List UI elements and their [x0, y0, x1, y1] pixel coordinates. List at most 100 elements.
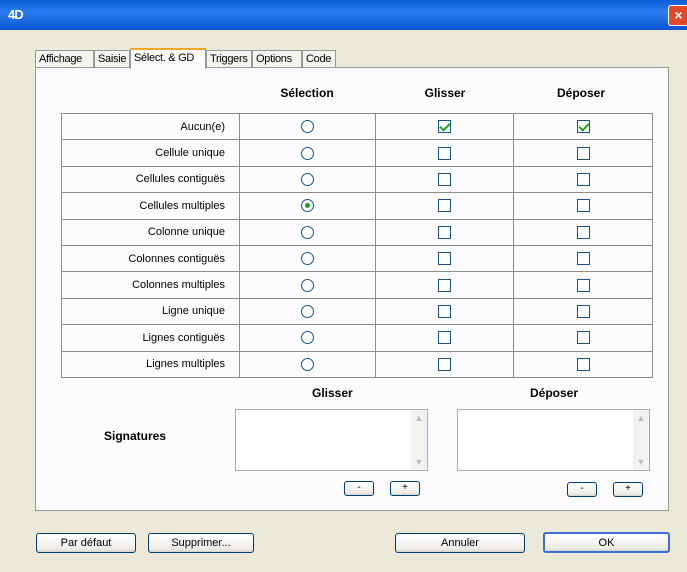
deposer-cell [513, 165, 653, 194]
deposer-checkbox[interactable] [576, 252, 590, 266]
deposer-cell [513, 139, 653, 167]
row-label: Cellules contiguës [61, 165, 240, 194]
glisser-cell [375, 165, 514, 194]
row-label: Cellules multiples [61, 192, 240, 220]
deposer-checkbox[interactable] [576, 199, 590, 213]
cancel-button[interactable]: Annuler [395, 533, 525, 553]
selection-cell [239, 324, 376, 352]
table-row: Lignes contiguës [61, 324, 653, 352]
scroll-up-icon[interactable]: ▲ [411, 410, 427, 426]
selection-cell [239, 112, 376, 141]
tab-options[interactable]: Options [252, 50, 302, 68]
scroll-down-icon[interactable]: ▼ [633, 454, 649, 470]
glisser-checkbox[interactable] [438, 199, 451, 213]
deposer-scrollbar[interactable]: ▲ ▼ [633, 410, 649, 470]
table-row: Colonne unique [61, 218, 653, 246]
default-button[interactable]: Par défaut [36, 533, 136, 553]
selection-radio[interactable] [301, 146, 314, 160]
glisser-cell [375, 218, 514, 246]
deposer-checkbox[interactable] [576, 146, 590, 160]
selection-cell [239, 350, 376, 378]
deposer-checkbox[interactable] [576, 172, 590, 186]
selection-radio[interactable] [301, 278, 314, 292]
selection-radio[interactable] [301, 199, 314, 213]
glisser-checkbox[interactable] [438, 146, 451, 160]
deposer-checkbox[interactable] [576, 331, 590, 345]
table-row: Aucun(e) [61, 112, 653, 141]
deposer-cell [513, 244, 653, 273]
table-row: Colonnes multiples [61, 271, 653, 299]
deposer-checkbox[interactable] [576, 225, 590, 239]
glisser-checkbox[interactable] [438, 357, 451, 371]
selection-radio[interactable] [301, 252, 314, 266]
row-label: Lignes multiples [61, 350, 240, 378]
selection-radio[interactable] [301, 225, 314, 239]
selection-radio[interactable] [301, 357, 314, 371]
selection-cell [239, 139, 376, 167]
table-row: Lignes multiples [61, 350, 653, 378]
tab-saisie[interactable]: Saisie [94, 50, 130, 68]
scroll-down-icon[interactable]: ▼ [411, 454, 427, 470]
table-row: Ligne unique [61, 297, 653, 326]
row-label: Colonne unique [61, 218, 240, 246]
glisser-checkbox[interactable] [438, 304, 451, 318]
scroll-up-icon[interactable]: ▲ [633, 410, 649, 426]
signatures-deposer-header: Déposer [530, 386, 579, 400]
glisser-cell [375, 324, 514, 352]
glisser-cell [375, 271, 514, 299]
deposer-checkbox[interactable] [576, 278, 590, 292]
tab-triggers[interactable]: Triggers [206, 50, 252, 68]
deposer-cell [513, 218, 653, 246]
table-row: Cellules multiples [61, 192, 653, 220]
table-row: Colonnes contiguës [61, 244, 653, 273]
glisser-checkbox[interactable] [438, 172, 451, 186]
deposer-cell [513, 192, 653, 220]
row-label: Aucun(e) [61, 112, 240, 141]
glisser-checkbox[interactable] [438, 331, 451, 345]
glisser-add-button[interactable]: + [390, 481, 420, 496]
glisser-checkbox[interactable] [438, 252, 451, 266]
title-bar: 4D × [0, 0, 687, 30]
glisser-cell [375, 297, 514, 326]
ok-button[interactable]: OK [543, 532, 670, 553]
deposer-signatures-list[interactable]: ▲ ▼ [457, 409, 650, 471]
deposer-add-button[interactable]: + [613, 482, 643, 497]
glisser-remove-button[interactable]: - [344, 481, 374, 496]
selection-cell [239, 192, 376, 220]
glisser-checkbox[interactable] [438, 120, 451, 134]
delete-button[interactable]: Supprimer... [148, 533, 254, 553]
glisser-scrollbar[interactable]: ▲ ▼ [411, 410, 427, 470]
deposer-remove-button[interactable]: - [567, 482, 597, 497]
glisser-checkbox[interactable] [438, 278, 451, 292]
tab-affichage[interactable]: Affichage [35, 50, 94, 68]
glisser-cell [375, 192, 514, 220]
selection-grid: Aucun(e) Cellule unique Cellules contiguës… [61, 112, 653, 378]
glisser-cell [375, 139, 514, 167]
selection-cell [239, 297, 376, 326]
deposer-checkbox[interactable] [576, 304, 590, 318]
selection-cell [239, 218, 376, 246]
selection-cell [239, 244, 376, 273]
glisser-cell [375, 244, 514, 273]
selection-radio[interactable] [301, 304, 314, 318]
selection-cell [239, 165, 376, 194]
deposer-checkbox[interactable] [576, 120, 590, 134]
tab-code[interactable]: Code [302, 50, 336, 68]
tab-select-gd[interactable]: Sélect. & GD [130, 48, 206, 69]
row-label: Colonnes contiguës [61, 244, 240, 273]
selection-radio[interactable] [301, 172, 314, 186]
table-row: Cellules contiguës [61, 165, 653, 194]
deposer-checkbox[interactable] [576, 357, 590, 371]
glisser-cell [375, 112, 514, 141]
signatures-glisser-header: Glisser [312, 386, 353, 400]
row-label: Colonnes multiples [61, 271, 240, 299]
close-button[interactable]: × [668, 5, 687, 26]
deposer-cell [513, 297, 653, 326]
table-row: Cellule unique [61, 139, 653, 167]
deposer-cell [513, 112, 653, 141]
selection-radio[interactable] [301, 331, 314, 345]
glisser-checkbox[interactable] [438, 225, 451, 239]
row-label: Ligne unique [61, 297, 240, 326]
selection-radio[interactable] [301, 120, 314, 134]
glisser-signatures-list[interactable]: ▲ ▼ [235, 409, 428, 471]
